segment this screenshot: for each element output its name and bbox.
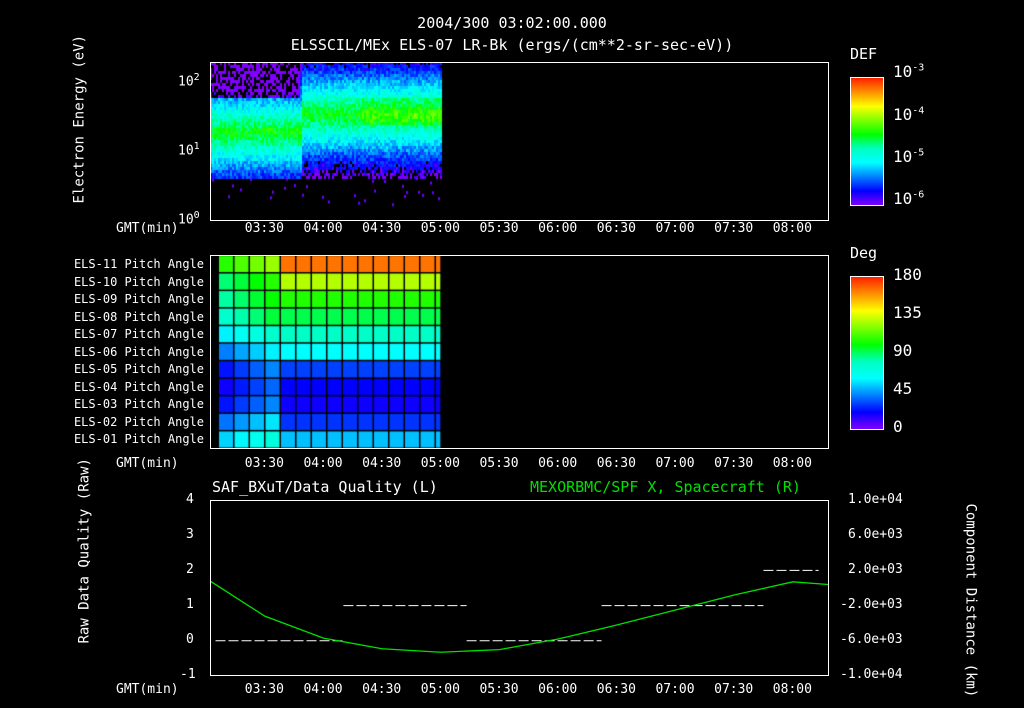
time-tick-label: 07:00 xyxy=(655,682,695,697)
pitch-row-label: ELS-07 Pitch Angle xyxy=(73,327,204,342)
left-ytick: 0 xyxy=(186,632,194,647)
pitch-plot-frame xyxy=(210,255,829,449)
def-tick-1e-6: 10-6 xyxy=(893,189,925,208)
left-ytick: 3 xyxy=(186,527,194,542)
deg-tick: 90 xyxy=(893,341,913,360)
time-tick-label: 08:00 xyxy=(772,682,812,697)
time-tick-label: 07:30 xyxy=(714,456,754,471)
def-tick-1e-4: 10-4 xyxy=(893,105,925,124)
time-tick-label: 03:30 xyxy=(244,682,284,697)
time-tick-label: 04:00 xyxy=(303,456,343,471)
pitch-row-label: ELS-08 Pitch Angle xyxy=(73,309,204,324)
pitch-row-label: ELS-01 Pitch Angle xyxy=(73,432,204,447)
deg-colorbar xyxy=(850,276,884,430)
ytick-1e0: 100 xyxy=(178,210,200,228)
time-axis-label: GMT(min) xyxy=(116,456,179,471)
time-tick-label: 06:30 xyxy=(596,682,636,697)
time-tick-label: 06:00 xyxy=(538,221,578,236)
def-colorbar xyxy=(850,77,884,206)
def-tick-1e-5: 10-5 xyxy=(893,147,925,166)
time-tick-label: 07:30 xyxy=(714,221,754,236)
left-ytick: 1 xyxy=(186,597,194,612)
time-tick-label: 04:30 xyxy=(362,456,402,471)
time-tick-label: 05:30 xyxy=(479,682,519,697)
time-tick-label: 06:00 xyxy=(538,456,578,471)
pitch-row-label: ELS-03 Pitch Angle xyxy=(73,397,204,412)
energy-ylabel: Electron Energy (eV) xyxy=(71,34,88,204)
time-tick-label: 06:30 xyxy=(596,456,636,471)
right-ytick: 2.0e+03 xyxy=(848,562,903,577)
time-tick-label: 05:30 xyxy=(479,221,519,236)
right-ytick: 1.0e+04 xyxy=(848,492,903,507)
energy-plot-frame xyxy=(210,62,829,221)
right-ytick: -6.0e+03 xyxy=(840,632,903,647)
deg-tick: 45 xyxy=(893,379,913,398)
time-tick-label: 06:00 xyxy=(538,682,578,697)
time-tick-label: 05:30 xyxy=(479,456,519,471)
deg-colorbar-label: Deg xyxy=(850,244,878,262)
time-tick-label: 08:00 xyxy=(772,221,812,236)
quality-title: SAF_BXuT/Data Quality (L) xyxy=(212,478,438,496)
quality-ylabel: Raw Data Quality (Raw) xyxy=(76,458,93,644)
pitch-row-label: ELS-02 Pitch Angle xyxy=(73,414,204,429)
time-tick-label: 05:00 xyxy=(420,682,460,697)
time-tick-label: 05:00 xyxy=(420,456,460,471)
pitch-row-label: ELS-11 Pitch Angle xyxy=(73,257,204,271)
deg-tick: 180 xyxy=(893,265,922,284)
time-tick-label: 06:30 xyxy=(596,221,636,236)
spacecraft-title: MEXORBMC/SPF X, Spacecraft (R) xyxy=(530,478,801,496)
pitch-row-label: ELS-05 Pitch Angle xyxy=(73,362,204,377)
time-axis-label: GMT(min) xyxy=(116,682,179,697)
time-axis-label: GMT(min) xyxy=(116,221,179,236)
time-tick-label: 04:30 xyxy=(362,221,402,236)
right-ytick: 6.0e+03 xyxy=(848,527,903,542)
time-tick-label: 03:30 xyxy=(244,221,284,236)
right-ytick: -1.0e+04 xyxy=(840,667,903,682)
deg-tick: 0 xyxy=(893,417,903,436)
deg-tick: 135 xyxy=(893,303,922,322)
distance-ylabel: Component Distance (km) xyxy=(962,503,979,698)
time-tick-label: 07:30 xyxy=(714,682,754,697)
header-time: 2004/300 03:02:00.000 xyxy=(417,14,607,32)
line-plot-frame xyxy=(210,500,829,676)
time-tick-label: 03:30 xyxy=(244,456,284,471)
time-tick-label: 04:00 xyxy=(303,682,343,697)
left-ytick: 4 xyxy=(186,492,194,507)
ytick-1e1: 101 xyxy=(178,141,200,159)
pitch-row-label: ELS-06 Pitch Angle xyxy=(73,344,204,359)
pitch-row-label: ELS-04 Pitch Angle xyxy=(73,379,204,394)
left-ytick: 2 xyxy=(186,562,194,577)
left-ytick: -1 xyxy=(180,667,196,682)
time-tick-label: 07:00 xyxy=(655,456,695,471)
right-ytick: -2.0e+03 xyxy=(840,597,903,612)
def-colorbar-label: DEF xyxy=(850,45,878,63)
time-tick-label: 08:00 xyxy=(772,456,812,471)
pitch-row-label: ELS-10 Pitch Angle xyxy=(73,274,204,289)
ytick-1e2: 102 xyxy=(178,72,200,90)
time-tick-label: 04:00 xyxy=(303,221,343,236)
def-tick-1e-3: 10-3 xyxy=(893,62,925,81)
time-tick-label: 04:30 xyxy=(362,682,402,697)
time-tick-label: 07:00 xyxy=(655,221,695,236)
pitch-row-label: ELS-09 Pitch Angle xyxy=(73,292,204,307)
time-tick-label: 05:00 xyxy=(420,221,460,236)
